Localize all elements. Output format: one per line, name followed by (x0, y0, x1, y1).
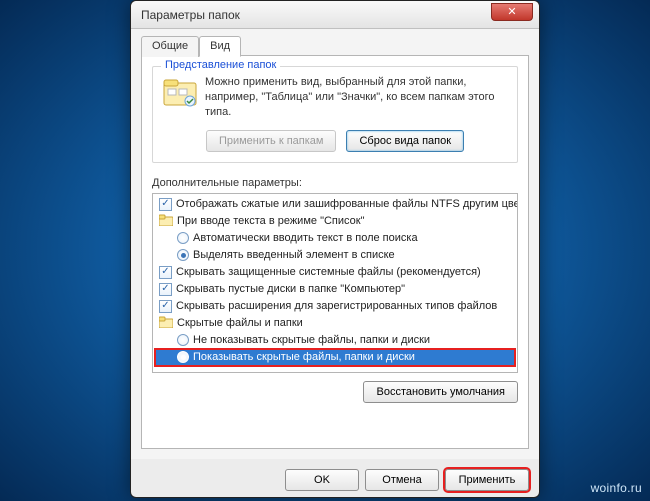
tab-general[interactable]: Общие (141, 36, 199, 57)
radio-icon[interactable] (177, 249, 189, 261)
tree-item-0[interactable]: Отображать сжатые или зашифрованные файл… (155, 196, 515, 213)
tree-item-3[interactable]: Выделять введенный элемент в списке (155, 247, 515, 264)
tree-item-label: Скрытые файлы и папки (177, 317, 303, 329)
tree-item-label: Автоматически вводить текст в поле поиск… (193, 232, 418, 244)
checkbox-icon[interactable] (159, 198, 172, 211)
tree-item-label: Не показывать скрытые файлы, папки и дис… (193, 334, 430, 346)
checkbox-icon[interactable] (159, 283, 172, 296)
checkbox-icon[interactable] (159, 266, 172, 279)
tab-view[interactable]: Вид (199, 36, 241, 57)
ok-button[interactable]: OK (285, 469, 359, 491)
apply-to-folders-button: Применить к папкам (206, 130, 337, 152)
advanced-settings-label: Дополнительные параметры: (152, 177, 518, 189)
radio-icon[interactable] (177, 232, 189, 244)
close-icon: ✕ (507, 6, 516, 18)
tree-item-4[interactable]: Скрывать защищенные системные файлы (рек… (155, 264, 515, 281)
advanced-settings-tree[interactable]: Отображать сжатые или зашифрованные файл… (152, 193, 518, 373)
tree-item-label: Выделять введенный элемент в списке (193, 249, 395, 261)
reset-folders-button[interactable]: Сброс вида папок (346, 130, 464, 152)
radio-icon[interactable] (177, 334, 189, 346)
group-description: Можно применить вид, выбранный для этой … (205, 75, 507, 120)
folder-icon (159, 214, 173, 229)
cancel-button[interactable]: Отмена (365, 469, 439, 491)
tree-item-label: Показывать скрытые файлы, папки и диски (193, 351, 415, 363)
tree-item-6[interactable]: Скрывать расширения для зарегистрированн… (155, 298, 515, 315)
tree-item-5[interactable]: Скрывать пустые диски в папке "Компьютер… (155, 281, 515, 298)
tree-item-1[interactable]: При вводе текста в режиме "Список" (155, 213, 515, 230)
checkbox-icon[interactable] (159, 300, 172, 313)
restore-defaults-button[interactable]: Восстановить умолчания (363, 381, 518, 403)
tree-item-9[interactable]: Показывать скрытые файлы, папки и диски (155, 349, 515, 366)
close-button[interactable]: ✕ (491, 3, 533, 21)
tree-item-label: При вводе текста в режиме "Список" (177, 215, 364, 227)
tree-item-label: Отображать сжатые или зашифрованные файл… (176, 198, 518, 210)
folder-options-window: Параметры папок ✕ Общие Вид Представлени… (130, 0, 540, 498)
tree-item-2[interactable]: Автоматически вводить текст в поле поиск… (155, 230, 515, 247)
folder-options-icon (163, 77, 197, 107)
tabstrip: Общие Вид (141, 35, 529, 56)
radio-icon[interactable] (177, 351, 189, 363)
apply-button[interactable]: Применить (445, 469, 529, 491)
tree-item-label: Скрывать защищенные системные файлы (рек… (176, 266, 481, 278)
watermark: woinfo.ru (591, 481, 642, 495)
dialog-buttons: OK Отмена Применить (131, 459, 539, 497)
tree-item-7[interactable]: Скрытые файлы и папки (155, 315, 515, 332)
titlebar[interactable]: Параметры папок ✕ (131, 1, 539, 29)
group-legend: Представление папок (161, 59, 280, 71)
window-title: Параметры папок (141, 8, 240, 22)
tree-item-label: Скрывать расширения для зарегистрированн… (176, 300, 497, 312)
tab-body-view: Представление папок Можно применить вид,… (141, 55, 529, 449)
tree-item-8[interactable]: Не показывать скрытые файлы, папки и дис… (155, 332, 515, 349)
folder-views-group: Представление папок Можно применить вид,… (152, 66, 518, 163)
tree-item-label: Скрывать пустые диски в папке "Компьютер… (176, 283, 405, 295)
window-content: Общие Вид Представление папок Можно прим… (131, 29, 539, 459)
folder-icon (159, 316, 173, 331)
